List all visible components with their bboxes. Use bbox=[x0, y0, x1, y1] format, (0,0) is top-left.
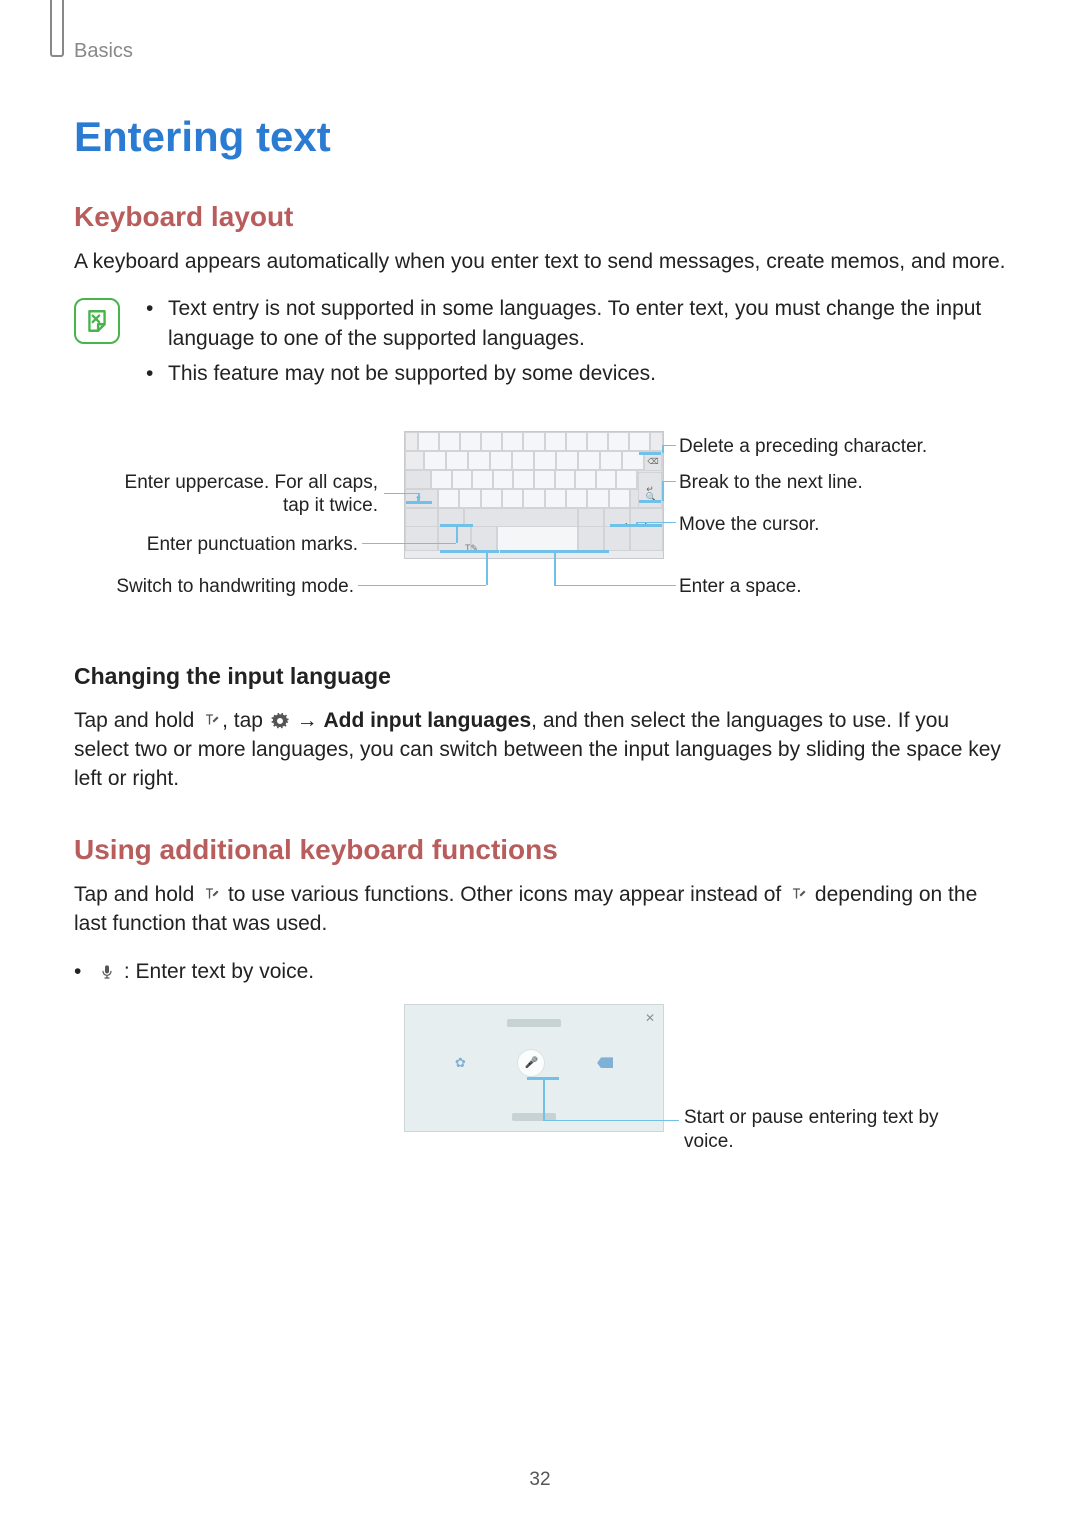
backspace-icon bbox=[597, 1057, 613, 1068]
note-icon bbox=[74, 298, 120, 344]
changing-language-heading: Changing the input language bbox=[74, 663, 1006, 690]
binder-tab-decoration bbox=[50, 0, 64, 57]
note-item-1: Text entry is not supported in some lang… bbox=[168, 294, 1006, 353]
callout-delete: Delete a preceding character. bbox=[679, 435, 979, 459]
bullet-dot: • bbox=[146, 294, 168, 353]
close-icon: ✕ bbox=[645, 1011, 655, 1025]
t-pen-icon bbox=[200, 885, 222, 905]
page-number: 32 bbox=[0, 1469, 1080, 1491]
keyboard-diagram: ⌫ ↵ ⇧ T✎ ◂ ▸ 🔍 Delete a preceding charac… bbox=[74, 423, 1014, 623]
callout-handwriting: Switch to handwriting mode. bbox=[90, 575, 354, 599]
note-item-2: This feature may not be supported by som… bbox=[168, 359, 1006, 388]
microphone-icon: 🎤 bbox=[525, 1056, 539, 1069]
t-pen-icon bbox=[787, 885, 809, 905]
microphone-icon bbox=[96, 962, 118, 982]
callout-space: Enter a space. bbox=[679, 575, 979, 599]
callout-uppercase: Enter uppercase. For all caps, tap it tw… bbox=[94, 471, 378, 519]
keyboard-illustration: ⌫ ↵ ⇧ T✎ ◂ ▸ 🔍 bbox=[404, 431, 664, 559]
voice-text-placeholder bbox=[507, 1019, 561, 1027]
t-pen-icon bbox=[200, 711, 222, 731]
note-block: • Text entry is not supported in some la… bbox=[74, 294, 1006, 394]
section-header: Basics bbox=[74, 40, 1006, 63]
backspace-key-icon: ⌫ bbox=[644, 453, 662, 471]
voice-input-diagram: ✕ ✿ 🎤 Start or pause entering text by vo… bbox=[74, 1004, 1014, 1164]
page-title: Entering text bbox=[74, 113, 1006, 161]
callout-voice: Start or pause entering text by voice. bbox=[684, 1106, 984, 1154]
changing-language-text: Tap and hold , tap → Add input languages… bbox=[74, 706, 1006, 794]
callout-newline: Break to the next line. bbox=[679, 471, 979, 495]
callout-punctuation: Enter punctuation marks. bbox=[114, 533, 358, 557]
voice-bullet: : Enter text by voice. bbox=[96, 957, 1006, 986]
voice-mic-button: 🎤 bbox=[517, 1049, 545, 1077]
keyboard-layout-heading: Keyboard layout bbox=[74, 201, 1006, 233]
gear-icon: ✿ bbox=[455, 1055, 466, 1071]
callout-cursor: Move the cursor. bbox=[679, 513, 979, 537]
bullet-dot: • bbox=[74, 957, 96, 986]
additional-functions-text: Tap and hold to use various functions. O… bbox=[74, 880, 1006, 939]
voice-panel-illustration: ✕ ✿ 🎤 bbox=[404, 1004, 664, 1132]
additional-functions-heading: Using additional keyboard functions bbox=[74, 834, 1006, 866]
keyboard-layout-intro: A keyboard appears automatically when yo… bbox=[74, 247, 1006, 276]
bullet-dot: • bbox=[146, 359, 168, 388]
gear-icon bbox=[269, 711, 291, 731]
